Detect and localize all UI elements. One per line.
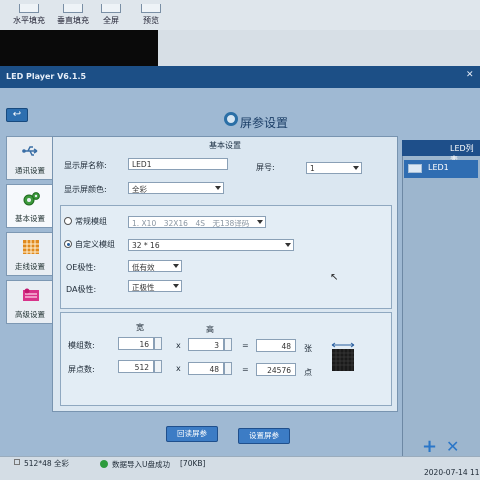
nav-basic[interactable]: 基本设置: [6, 184, 54, 228]
led-list-panel: [402, 140, 480, 456]
preview-label: 预览: [143, 16, 159, 25]
read-params-button[interactable]: 回读屏参: [166, 426, 218, 442]
pixel-width-spinner[interactable]: [154, 360, 162, 373]
times-sign: x: [176, 341, 181, 350]
pixel-total-field: 24576: [256, 363, 296, 376]
chevron-down-icon: [173, 284, 179, 288]
led-panel-icon: [331, 342, 355, 371]
preview-canvas: [0, 30, 158, 66]
screen-color-label: 显示屏颜色:: [64, 185, 107, 194]
screen-number-value: 1: [310, 164, 315, 173]
data-polarity-value: 正极性: [132, 283, 155, 292]
preview-icon: [141, 4, 161, 13]
settings-nav: 通讯设置 基本设置 走线设置 高级设置: [6, 136, 54, 336]
status-message: 数据导入U盘成功: [112, 460, 170, 469]
pixel-height-spinner[interactable]: [224, 362, 232, 375]
custom-module-select[interactable]: 32 * 16: [128, 239, 294, 251]
module-count-label: 模组数:: [68, 341, 95, 350]
screen-color-select[interactable]: 全彩: [128, 182, 224, 194]
chevron-down-icon: [257, 220, 263, 224]
module-total-field: 48: [256, 339, 296, 352]
led-list-title: LED列表: [402, 140, 480, 164]
data-polarity-select[interactable]: 正极性: [128, 280, 182, 292]
mouse-cursor-icon: ↖: [330, 272, 339, 283]
standard-module-value: 1. X10__32X16__4S__无138译码: [132, 219, 250, 228]
oe-polarity-label: OE极性:: [66, 263, 97, 272]
gears-icon: [23, 192, 40, 206]
back-button[interactable]: ↩: [6, 108, 28, 122]
times-sign: x: [176, 364, 181, 373]
workspace-background: [158, 30, 480, 66]
chevron-down-icon: [285, 243, 291, 247]
nav-wiring-label: 走线设置: [15, 262, 45, 271]
oe-polarity-select[interactable]: 低有效: [128, 260, 182, 272]
standard-module-radio[interactable]: [64, 217, 72, 225]
window-title: LED Player V6.1.5: [0, 66, 480, 88]
pixel-unit: 点: [304, 368, 312, 377]
chevron-down-icon: [215, 186, 221, 190]
fullscreen-label: 全屏: [103, 16, 119, 25]
screen-number-label: 屏号:: [256, 163, 275, 172]
close-icon[interactable]: ✕: [466, 70, 476, 80]
status-icon: [14, 459, 20, 465]
fill-horizontal-button[interactable]: 水平填充: [8, 0, 50, 26]
chevron-down-icon: [353, 166, 359, 170]
custom-module-label: 自定义模组: [75, 240, 115, 249]
status-bar: [0, 456, 480, 480]
standard-module-select[interactable]: 1. X10__32X16__4S__无138译码: [128, 216, 266, 228]
usb-icon: [22, 146, 38, 156]
oe-polarity-value: 低有效: [132, 263, 155, 272]
screen-color-value: 全彩: [132, 185, 147, 194]
add-icon[interactable]: +: [422, 438, 437, 456]
fill-vertical-icon: [63, 4, 83, 13]
screen-name-input[interactable]: LED1: [128, 158, 228, 170]
fullscreen-icon: [101, 4, 121, 13]
screen-name-label: 显示屏名称:: [64, 161, 107, 170]
width-header: 宽: [136, 323, 144, 332]
custom-module-radio[interactable]: [64, 240, 72, 248]
status-datetime: 2020-07-14 11: [424, 468, 480, 477]
led-list-item-label: LED1: [428, 163, 449, 172]
back-arrow-icon: ↩: [12, 109, 22, 120]
chevron-down-icon: [173, 264, 179, 268]
advanced-settings-icon: [23, 288, 39, 301]
standard-module-label: 常规模组: [75, 217, 107, 226]
module-width-input[interactable]: 16: [118, 337, 154, 350]
pixel-count-label: 屏点数:: [68, 365, 95, 374]
module-unit: 张: [304, 344, 312, 353]
nav-advanced-label: 高级设置: [15, 310, 45, 319]
module-height-spinner[interactable]: [224, 338, 232, 351]
section-title: 基本设置: [209, 141, 241, 150]
height-header: 高: [206, 325, 214, 334]
pixel-height-input[interactable]: 48: [188, 362, 224, 375]
fill-vertical-button[interactable]: 垂直填充: [52, 0, 94, 26]
fullscreen-button[interactable]: 全屏: [98, 0, 124, 26]
status-size: 512*48 全彩: [24, 459, 69, 468]
screen-number-select[interactable]: 1: [306, 162, 362, 174]
data-polarity-label: DA极性:: [66, 285, 97, 294]
custom-module-value: 32 * 16: [132, 241, 160, 250]
success-icon: [100, 460, 108, 468]
module-height-input[interactable]: 3: [188, 338, 224, 351]
status-filesize: [70KB]: [180, 459, 206, 468]
nav-basic-label: 基本设置: [15, 214, 45, 223]
grid-icon: [23, 240, 39, 254]
delete-icon[interactable]: ✕: [446, 438, 459, 456]
nav-communication-label: 通讯设置: [15, 166, 45, 175]
equals-sign: =: [242, 341, 249, 350]
page-title: 屏参设置: [240, 116, 289, 130]
set-params-button[interactable]: 设置屏参: [238, 428, 290, 444]
fill-horizontal-label: 水平填充: [13, 16, 45, 25]
screen-icon: [408, 164, 422, 173]
nav-communication[interactable]: 通讯设置: [6, 136, 54, 180]
equals-sign: =: [242, 365, 249, 374]
fill-horizontal-icon: [19, 4, 39, 13]
fill-vertical-label: 垂直填充: [57, 16, 89, 25]
settings-gear-icon: [224, 112, 238, 126]
module-width-spinner[interactable]: [154, 337, 162, 350]
nav-wiring[interactable]: 走线设置: [6, 232, 54, 276]
pixel-width-input[interactable]: 512: [118, 360, 154, 373]
preview-button[interactable]: 预览: [136, 0, 166, 26]
nav-advanced[interactable]: 高级设置: [6, 280, 54, 324]
